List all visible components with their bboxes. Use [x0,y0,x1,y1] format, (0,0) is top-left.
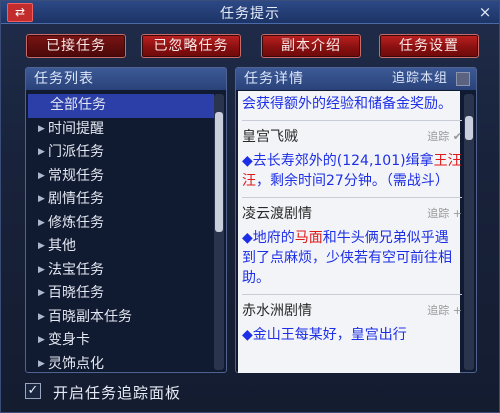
expand-arrow-icon[interactable]: ▶ [38,329,45,353]
task-list-panel: 任务列表 全部任务 ▶ 时间提醒 ▶ 门派任务 ▶ 常规任务 ▶ 剧情任务 ▶ 修炼任务 ▶ 其他 ▶ 法宝… [25,67,227,373]
task-window: ⇄ 任务提示 × 已接任务 已忽略任务 副本介绍 任务设置 任务列表 全部任务 ▶… [0,0,500,413]
task-list-item-label: 常规任务 [48,167,104,184]
expand-arrow-icon[interactable]: ▶ [38,212,45,236]
task-list-item-label: 百晓任务 [48,285,104,301]
track-panel-label: 开启任务追踪面板 [53,384,182,402]
entry-title[interactable]: 凌云渡剧情 追踪 + [242,204,462,224]
task-list-item[interactable]: ▶ 修炼任务 [28,212,214,236]
entry-divider [242,294,462,295]
description-text: ，剩余时间27分钟。（需战斗） [256,173,449,189]
plus-icon[interactable]: + [449,207,462,220]
entry-description: ◆去长寿郊外的(124,101)缉拿王汪汪，剩余时间27分钟。（需战斗） [242,151,462,191]
task-list-item[interactable]: 全部任务 [28,94,214,118]
entry-divider [242,120,462,121]
task-list-item-label: 百晓副本任务 [48,308,132,325]
entry-description: ◆金山王每某好，皇宫出行 [242,325,462,345]
description-text: ◆去长寿郊外的(124,101)缉拿 [242,153,434,169]
track-label: 追踪 [427,304,450,317]
entry-divider [242,197,462,198]
expand-arrow-icon[interactable]: ▶ [38,118,45,142]
task-detail-panel: 任务详情 追踪本组 会获得额外的经验和储备金奖励。 皇宫飞贼 追踪 ✔ ◆去长寿郊外… [235,67,477,373]
track-label: 追踪 [427,130,450,143]
task-list-item[interactable]: ▶ 剧情任务 [28,188,214,212]
task-list-scroll-thumb[interactable] [215,112,223,232]
track-toggle[interactable]: 追踪 ✔ [427,127,462,147]
expand-arrow-icon[interactable]: ▶ [38,188,45,212]
description-text: ◆金山王每某好，皇宫出行 [242,327,407,343]
track-group-checkbox[interactable] [456,72,470,86]
expand-arrow-icon[interactable]: ▶ [38,306,45,330]
task-list-item[interactable]: ▶ 百晓副本任务 [28,306,214,330]
track-label: 追踪 [427,207,450,220]
task-list-item[interactable]: ▶ 灵饰点化 [28,353,214,377]
expand-arrow-icon[interactable]: ▶ [38,141,45,165]
description-text: ◆地府的 [242,230,295,246]
task-detail-header: 任务详情 追踪本组 [236,68,476,90]
task-list: 全部任务 ▶ 时间提醒 ▶ 门派任务 ▶ 常规任务 ▶ 剧情任务 ▶ 修炼任务 ▶ 其他 ▶ 法宝任务 ▶ 百晓… [28,94,214,376]
tab-dungeon-intro[interactable]: 副本介绍 [261,34,361,58]
detail-content: 会获得额外的经验和储备金奖励。 皇宫飞贼 追踪 ✔ ◆去长寿郊外的(124,101)… [242,94,462,345]
entry-title[interactable]: 皇宫飞贼 追踪 ✔ [242,127,462,147]
task-list-item[interactable]: ▶ 法宝任务 [28,259,214,283]
task-list-item[interactable]: ▶ 百晓任务 [28,282,214,306]
tab-accepted-tasks[interactable]: 已接任务 [26,34,126,58]
tab-ignored-tasks[interactable]: 已忽略任务 [141,34,241,58]
task-list-item[interactable]: ▶ 时间提醒 [28,118,214,142]
tab-task-settings[interactable]: 任务设置 [379,34,479,58]
task-list-item-label: 灵饰点化 [48,355,104,372]
task-list-item-label: 时间提醒 [48,120,104,137]
task-list-item[interactable]: ▶ 门派任务 [28,141,214,165]
title-bar[interactable]: ⇄ 任务提示 × [1,1,499,24]
task-list-item[interactable]: ▶ 常规任务 [28,165,214,189]
task-list-item-label: 变身卡 [48,332,90,348]
task-detail-title: 任务详情 [244,71,304,87]
task-list-item[interactable]: ▶ 变身卡 [28,329,214,353]
track-panel-checkbox[interactable]: ✓ [25,383,41,399]
track-toggle[interactable]: 追踪 + [427,204,462,224]
entry-title-text: 皇宫飞贼 [242,129,298,145]
entry-title[interactable]: 赤水洲剧情 追踪 + [242,301,462,321]
task-list-item-label: 剧情任务 [48,191,104,207]
detail-intro: 会获得额外的经验和储备金奖励。 [242,96,452,112]
window-title: 任务提示 [220,6,280,22]
entry-title-text: 凌云渡剧情 [242,206,312,222]
detail-scrollbar[interactable] [464,94,474,370]
task-list-scrollbar[interactable] [214,94,224,370]
detail-scroll-thumb[interactable] [465,116,473,140]
task-list-item-label: 门派任务 [48,144,104,160]
expand-arrow-icon[interactable]: ▶ [38,353,45,377]
task-list-item-label: 全部任务 [50,97,106,113]
npc-name-link[interactable]: 马面 [295,230,323,246]
close-icon[interactable]: × [475,3,495,21]
plus-icon[interactable]: + [449,304,462,317]
task-list-item[interactable]: ▶ 其他 [28,235,214,259]
task-list-header: 任务列表 [26,68,226,90]
task-list-item-label: 其他 [48,238,76,254]
check-icon[interactable]: ✔ [449,130,462,143]
task-list-item-label: 法宝任务 [48,261,104,278]
entry-title-text: 赤水洲剧情 [242,303,312,319]
task-list-item-label: 修炼任务 [48,214,104,231]
entry-description: ◆地府的马面和牛头俩兄弟似乎遇到了点麻烦，少侠若有空可前往相助。 [242,228,462,288]
expand-arrow-icon[interactable]: ▶ [38,165,45,189]
track-toggle[interactable]: 追踪 + [427,301,462,321]
track-group-label: 追踪本组 [391,71,448,86]
expand-arrow-icon[interactable]: ▶ [38,235,45,259]
expand-arrow-icon[interactable]: ▶ [38,282,45,306]
expand-arrow-icon[interactable]: ▶ [38,259,45,283]
